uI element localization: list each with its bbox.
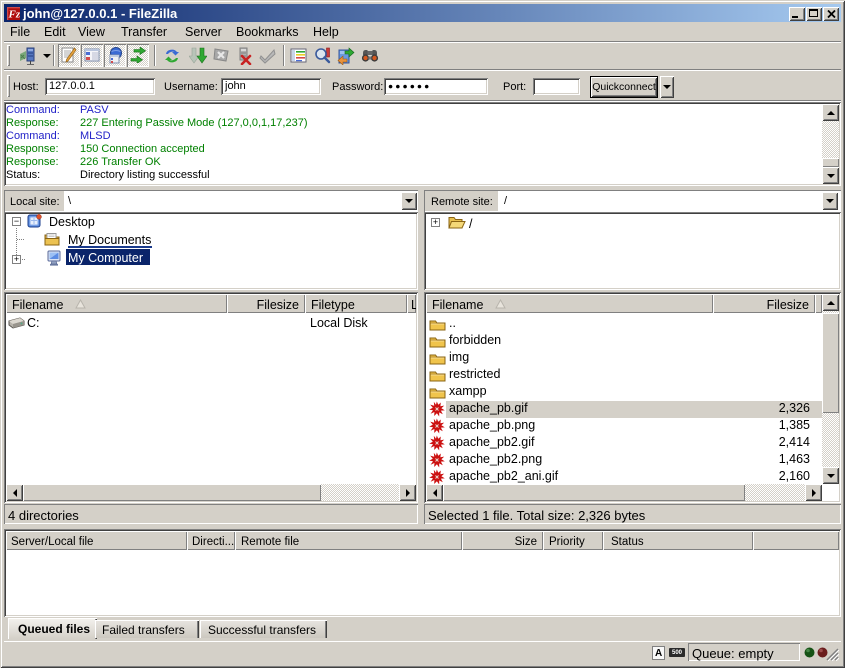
svg-text:Fz: Fz <box>8 9 21 21</box>
